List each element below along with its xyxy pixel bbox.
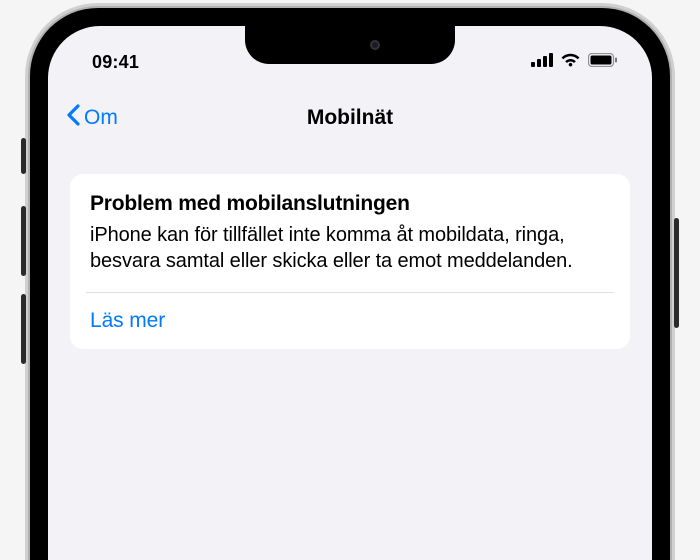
status-icons — [531, 52, 618, 72]
phone-bezel: 09:41 — [30, 8, 670, 560]
content-area: Problem med mobilanslutningen iPhone kan… — [48, 148, 652, 349]
volume-down-button[interactable] — [21, 294, 26, 364]
card-body: iPhone kan för tillfället inte komma åt … — [90, 222, 610, 292]
back-label: Om — [84, 106, 118, 130]
navigation-bar: Om Mobilnät — [48, 80, 652, 148]
back-button[interactable]: Om — [66, 104, 118, 132]
learn-more-link[interactable]: Läs mer — [90, 293, 610, 349]
front-camera — [370, 40, 380, 50]
chevron-left-icon — [66, 104, 80, 132]
phone-screen: 09:41 — [48, 26, 652, 560]
silent-switch[interactable] — [21, 138, 26, 174]
power-button[interactable] — [674, 218, 679, 328]
status-time: 09:41 — [92, 52, 139, 73]
card-title: Problem med mobilanslutningen — [90, 192, 610, 216]
volume-up-button[interactable] — [21, 206, 26, 276]
iphone-device: 09:41 — [30, 8, 670, 560]
cellular-issue-card: Problem med mobilanslutningen iPhone kan… — [70, 174, 630, 349]
battery-icon — [588, 53, 618, 72]
wifi-icon — [560, 52, 581, 72]
notch — [245, 26, 455, 64]
cellular-signal-icon — [531, 53, 553, 72]
page-title: Mobilnät — [307, 106, 393, 130]
